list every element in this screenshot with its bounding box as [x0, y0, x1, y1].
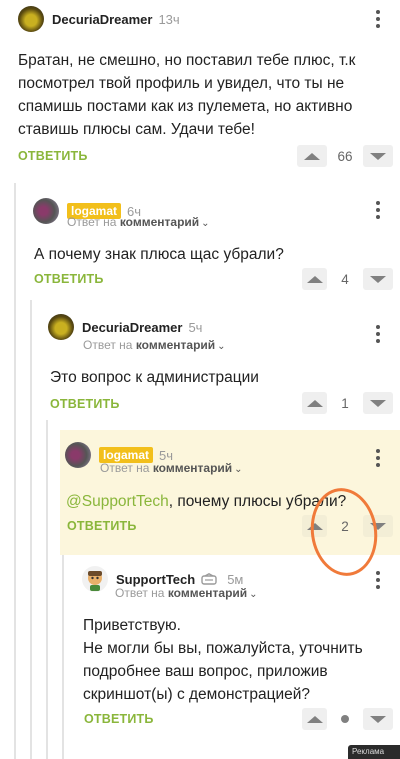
thread-line-2: [30, 300, 32, 759]
more-options-icon[interactable]: [371, 199, 385, 221]
reply-to-link[interactable]: Ответ на комментарий ⌄: [115, 586, 258, 600]
chevron-down-icon: ⌄: [249, 589, 258, 600]
chevron-down-icon: ⌄: [217, 341, 226, 352]
thread-line-3: [46, 420, 48, 759]
reply-to-link[interactable]: Ответ на комментарий ⌄: [83, 338, 226, 352]
comment-time: 5ч: [188, 319, 203, 335]
vote-count: 66: [337, 148, 353, 164]
comment-text: Братан, не смешно, но поставил тебе плюс…: [18, 52, 356, 138]
arrow-down-icon: [370, 715, 386, 723]
upvote-button[interactable]: [302, 392, 327, 414]
avatar[interactable]: [65, 442, 91, 468]
vote-controls: [302, 708, 393, 730]
reply-button[interactable]: ОТВЕТИТЬ: [67, 519, 137, 533]
more-options-icon[interactable]: [371, 8, 385, 30]
comment-text: Это вопрос к администрации: [50, 369, 259, 386]
reply-button[interactable]: ОТВЕТИТЬ: [18, 149, 88, 163]
comment-time: 5м: [227, 571, 244, 587]
arrow-down-icon: [370, 152, 386, 160]
more-options-icon[interactable]: [371, 447, 385, 469]
upvote-button[interactable]: [302, 268, 327, 290]
more-options-icon[interactable]: [371, 569, 385, 591]
comment-text-line: Приветствую.: [83, 617, 181, 634]
vote-controls: 1: [302, 392, 393, 414]
chevron-down-icon: ⌄: [201, 218, 210, 229]
downvote-button[interactable]: [363, 145, 393, 167]
comment-header: DecuriaDreamer 5ч: [48, 313, 202, 341]
author-name[interactable]: DecuriaDreamer: [52, 12, 152, 27]
upvote-button[interactable]: [302, 708, 327, 730]
downvote-button[interactable]: [363, 392, 393, 414]
vote-count-hidden: [327, 715, 363, 723]
comment-text: А почему знак плюса щас убрали?: [34, 246, 284, 263]
ad-badge[interactable]: Реклама: [348, 745, 400, 759]
vote-controls: 4: [302, 268, 393, 290]
reply-to-link[interactable]: Ответ на комментарий ⌄: [100, 461, 243, 475]
arrow-down-icon: [370, 399, 386, 407]
downvote-button[interactable]: [363, 708, 393, 730]
vote-controls: 66: [297, 145, 393, 167]
comment-text: Приветствую. Не могли бы вы, пожалуйста,…: [83, 614, 383, 706]
arrow-up-icon: [306, 275, 323, 283]
comment-text-line: Не могли бы вы, пожалуйста, уточнить под…: [83, 640, 363, 703]
arrow-down-icon: [370, 275, 386, 283]
reply-button[interactable]: ОТВЕТИТЬ: [50, 397, 120, 411]
avatar[interactable]: [18, 6, 44, 32]
upvote-button[interactable]: [297, 145, 327, 167]
reply-to-link[interactable]: Ответ на комментарий ⌄: [67, 215, 210, 229]
downvote-button[interactable]: [363, 268, 393, 290]
vote-count: 4: [341, 271, 349, 287]
thread-line-4: [62, 555, 64, 759]
comment-header: DecuriaDreamer 13ч: [18, 5, 180, 33]
arrow-up-icon: [306, 399, 323, 407]
vote-count: 1: [341, 395, 349, 411]
chevron-down-icon: ⌄: [234, 464, 243, 475]
comment-time: 13ч: [158, 11, 180, 27]
arrow-up-icon: [304, 152, 320, 160]
support-avatar-icon: [88, 571, 102, 591]
avatar[interactable]: [33, 198, 59, 224]
more-options-icon[interactable]: [371, 323, 385, 345]
author-name[interactable]: SupportTech: [116, 572, 195, 587]
thread-line-1: [14, 183, 16, 759]
arrow-up-icon: [306, 715, 323, 723]
user-mention[interactable]: @SupportTech: [66, 493, 169, 510]
avatar[interactable]: [82, 566, 108, 592]
author-name[interactable]: DecuriaDreamer: [82, 320, 182, 335]
avatar[interactable]: [48, 314, 74, 340]
reply-button[interactable]: ОТВЕТИТЬ: [34, 272, 104, 286]
reply-button[interactable]: ОТВЕТИТЬ: [84, 712, 154, 726]
moderator-badge-icon: [201, 573, 217, 585]
